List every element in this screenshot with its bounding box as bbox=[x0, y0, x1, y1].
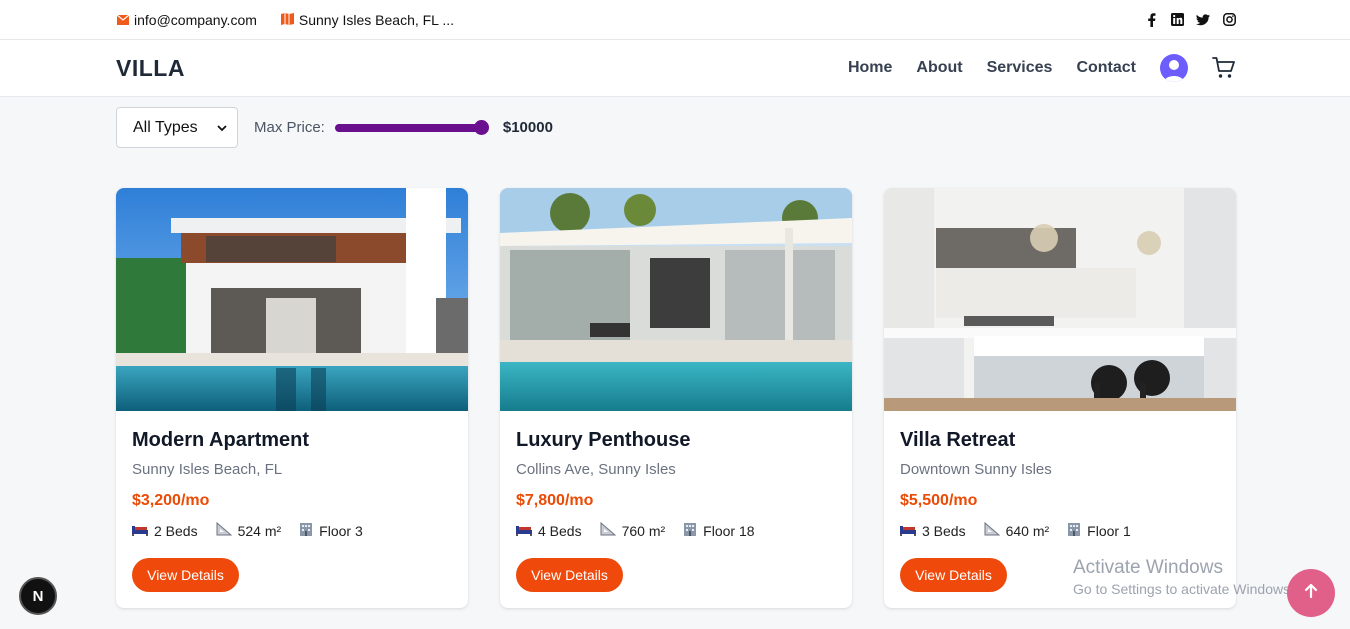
area-info: 640 m² bbox=[984, 521, 1050, 539]
max-price-slider[interactable] bbox=[334, 119, 489, 135]
bed-icon bbox=[132, 523, 148, 539]
listing-card[interactable]: Luxury Penthouse Collins Ave, Sunny Isle… bbox=[500, 188, 852, 608]
top-bar: info@company.com Sunny Isles Beach, FL .… bbox=[0, 0, 1350, 40]
view-details-button[interactable]: View Details bbox=[516, 558, 623, 592]
main-navbar: VILLA Home About Services Contact bbox=[0, 40, 1350, 97]
listing-meta: 3 Beds 640 m² Floor 1 bbox=[900, 521, 1220, 539]
building-icon bbox=[683, 522, 697, 539]
cart-icon[interactable] bbox=[1212, 56, 1236, 80]
activate-windows-watermark: Activate Windows Go to Settings to activ… bbox=[1073, 557, 1294, 597]
listing-body: Luxury Penthouse Collins Ave, Sunny Isle… bbox=[500, 411, 852, 592]
facebook-icon[interactable] bbox=[1144, 12, 1158, 27]
dev-tools-badge[interactable]: N bbox=[19, 577, 57, 615]
listing-card[interactable]: Modern Apartment Sunny Isles Beach, FL $… bbox=[116, 188, 468, 608]
beds-text: 3 Beds bbox=[922, 522, 966, 539]
watermark-subtitle: Go to Settings to activate Windows. bbox=[1073, 581, 1294, 597]
area-text: 760 m² bbox=[621, 522, 666, 539]
triangle-ruler-icon bbox=[600, 521, 616, 539]
listing-card[interactable]: Villa Retreat Downtown Sunny Isles $5,50… bbox=[884, 188, 1236, 608]
area-info: 760 m² bbox=[600, 521, 666, 539]
mail-icon bbox=[116, 12, 130, 28]
max-price-value: $10000 bbox=[502, 119, 553, 136]
site-logo[interactable]: VILLA bbox=[116, 55, 185, 82]
linkedin-icon[interactable] bbox=[1170, 13, 1184, 27]
listing-title[interactable]: Luxury Penthouse bbox=[516, 429, 836, 452]
bed-icon bbox=[900, 523, 916, 539]
email-text: info@company.com bbox=[134, 11, 257, 28]
view-details-button[interactable]: View Details bbox=[900, 558, 1007, 592]
type-select[interactable]: All Types bbox=[116, 107, 238, 148]
listing-price: $3,200/mo bbox=[132, 492, 210, 509]
beds-text: 2 Beds bbox=[154, 522, 198, 539]
floor-info: Floor 3 bbox=[299, 522, 363, 539]
nav-home[interactable]: Home bbox=[848, 59, 892, 77]
max-price-label: Max Price: bbox=[254, 119, 325, 136]
slider-thumb[interactable] bbox=[473, 119, 489, 135]
building-icon bbox=[299, 522, 313, 539]
area-text: 640 m² bbox=[1005, 522, 1050, 539]
nav-menu: Home About Services Contact bbox=[848, 54, 1236, 82]
beds-info: 4 Beds bbox=[516, 522, 582, 539]
nav-about[interactable]: About bbox=[916, 59, 962, 77]
bed-icon bbox=[516, 523, 532, 539]
user-avatar[interactable] bbox=[1160, 54, 1188, 82]
watermark-title: Activate Windows bbox=[1073, 557, 1223, 578]
floor-text: Floor 18 bbox=[703, 522, 755, 539]
triangle-ruler-icon bbox=[984, 521, 1000, 539]
social-links bbox=[1144, 12, 1236, 27]
listing-grid: Modern Apartment Sunny Isles Beach, FL $… bbox=[116, 188, 1236, 608]
area-text: 524 m² bbox=[237, 522, 282, 539]
listing-location: Collins Ave, Sunny Isles bbox=[516, 461, 676, 478]
floor-text: Floor 3 bbox=[319, 522, 363, 539]
listing-meta: 4 Beds 760 m² Floor 18 bbox=[516, 521, 836, 539]
instagram-icon[interactable] bbox=[1222, 13, 1236, 27]
beds-info: 3 Beds bbox=[900, 522, 966, 539]
contact-info: info@company.com Sunny Isles Beach, FL .… bbox=[116, 11, 455, 28]
building-icon bbox=[1067, 522, 1081, 539]
listing-meta: 2 Beds 524 m² Floor 3 bbox=[132, 521, 452, 539]
scroll-to-top-button[interactable] bbox=[1287, 569, 1335, 617]
location-text: Sunny Isles Beach, FL ... bbox=[298, 11, 455, 28]
listing-body: Modern Apartment Sunny Isles Beach, FL $… bbox=[116, 411, 468, 592]
location-info[interactable]: Sunny Isles Beach, FL ... bbox=[280, 11, 455, 28]
map-icon bbox=[280, 12, 294, 28]
beds-info: 2 Beds bbox=[132, 522, 198, 539]
chevron-down-icon bbox=[217, 119, 227, 137]
beds-text: 4 Beds bbox=[538, 522, 582, 539]
listing-image[interactable] bbox=[884, 188, 1236, 411]
type-select-value: All Types bbox=[133, 118, 198, 136]
listing-title[interactable]: Modern Apartment bbox=[132, 429, 452, 452]
nav-contact[interactable]: Contact bbox=[1076, 59, 1136, 77]
listing-image[interactable] bbox=[500, 188, 852, 411]
arrow-up-icon bbox=[1303, 583, 1319, 604]
listing-image[interactable] bbox=[116, 188, 468, 411]
triangle-ruler-icon bbox=[216, 521, 232, 539]
listing-price: $7,800/mo bbox=[516, 492, 594, 509]
filter-bar: All Types Max Price: $10000 bbox=[116, 107, 553, 148]
floor-text: Floor 1 bbox=[1087, 522, 1131, 539]
email-info[interactable]: info@company.com bbox=[116, 11, 257, 28]
listing-location: Sunny Isles Beach, FL bbox=[132, 461, 283, 478]
listing-title[interactable]: Villa Retreat bbox=[900, 429, 1220, 452]
nav-services[interactable]: Services bbox=[987, 59, 1053, 77]
floor-info: Floor 1 bbox=[1067, 522, 1131, 539]
twitter-icon[interactable] bbox=[1196, 13, 1210, 27]
listing-location: Downtown Sunny Isles bbox=[900, 461, 1052, 478]
listing-price: $5,500/mo bbox=[900, 492, 978, 509]
view-details-button[interactable]: View Details bbox=[132, 558, 239, 592]
floor-info: Floor 18 bbox=[683, 522, 755, 539]
area-info: 524 m² bbox=[216, 521, 282, 539]
